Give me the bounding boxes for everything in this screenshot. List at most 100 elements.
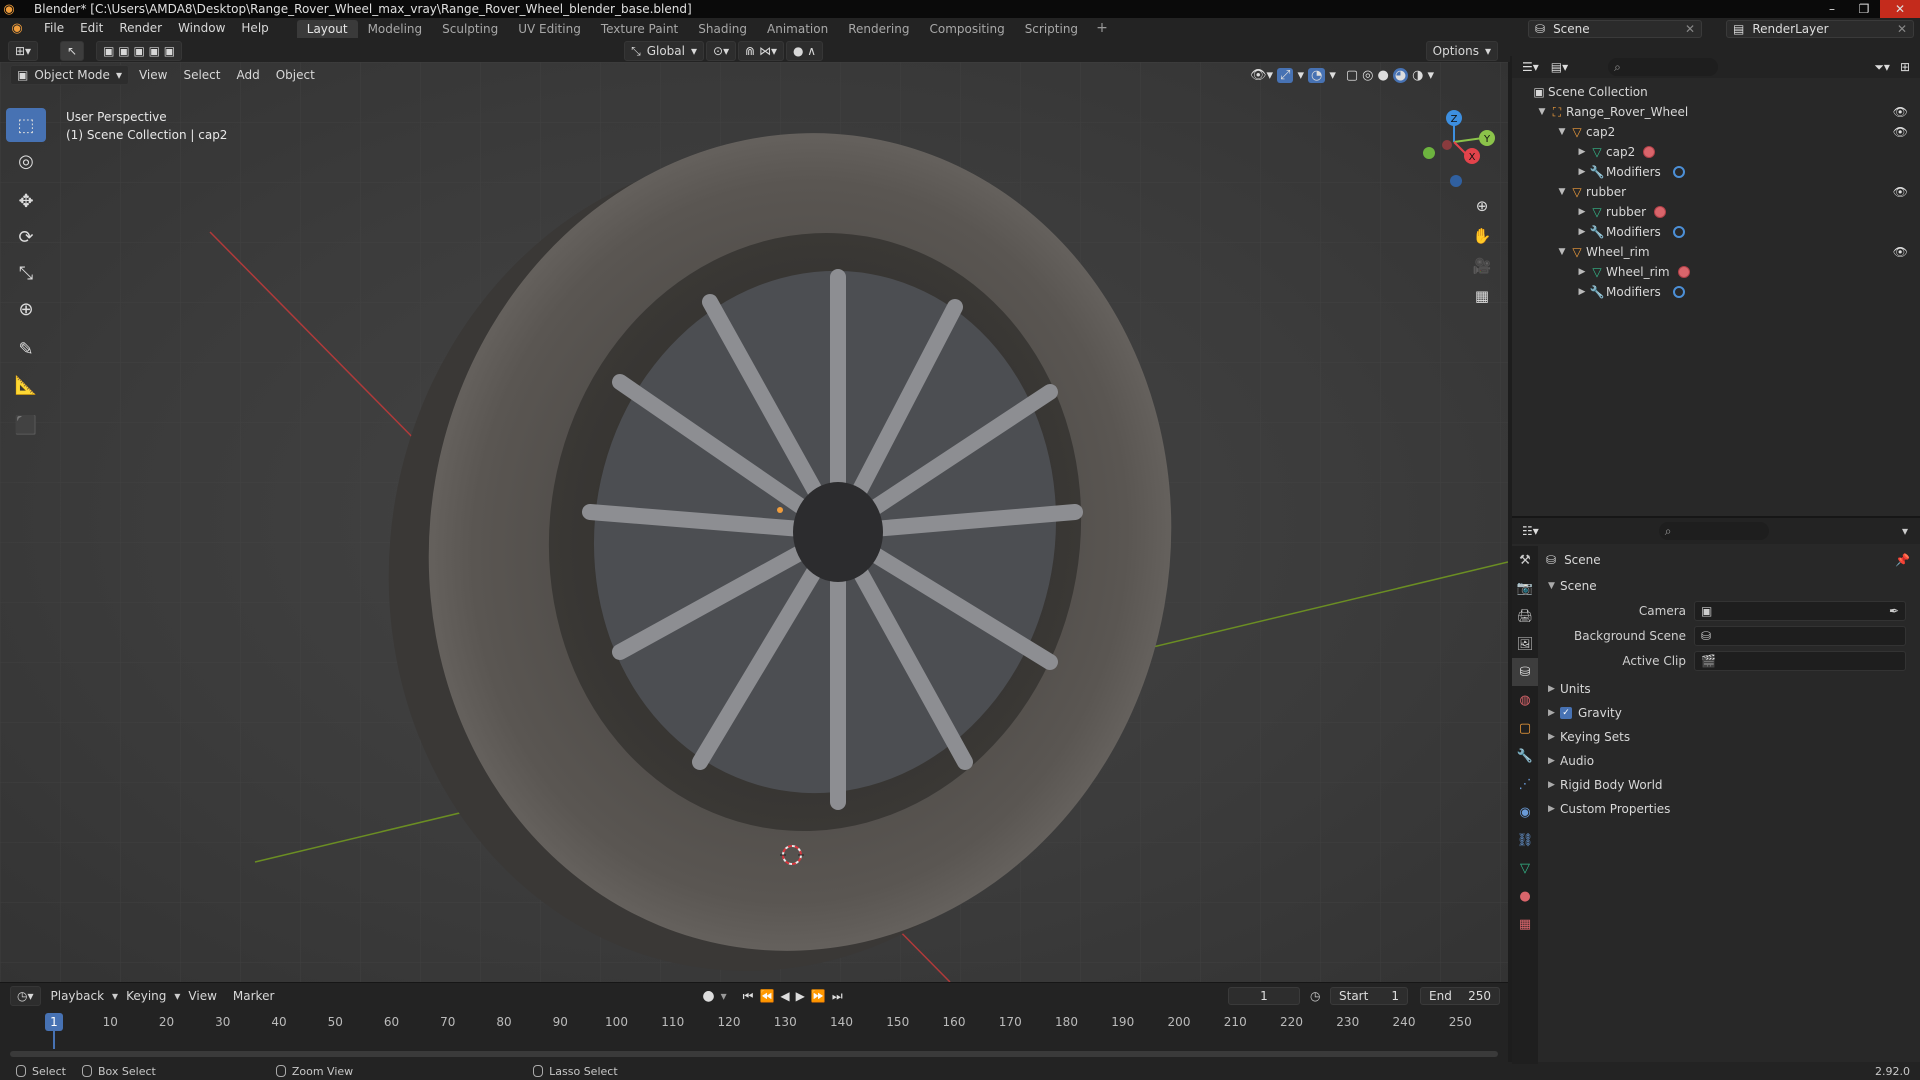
- tab-compositing[interactable]: Compositing: [919, 20, 1014, 38]
- new-collection-icon[interactable]: ⊞: [1900, 60, 1910, 74]
- modifier-icon[interactable]: [1672, 226, 1685, 238]
- select-tool-button[interactable]: ↖: [60, 41, 85, 61]
- rigid-body-world-panel-header[interactable]: ▶ Rigid Body World: [1542, 773, 1916, 797]
- editor-type-button[interactable]: ⊞▾: [8, 41, 39, 61]
- keying-sets-panel-header[interactable]: ▶ Keying Sets: [1542, 725, 1916, 749]
- overlay-toggle-icon[interactable]: ◔: [1307, 67, 1326, 83]
- eye-icon[interactable]: 👁: [1893, 125, 1908, 139]
- pivot-point-dropdown[interactable]: ⊙▾: [706, 41, 737, 61]
- timeline-editor-type[interactable]: ◷▾: [10, 986, 41, 1006]
- material-icon[interactable]: [1643, 146, 1656, 158]
- add-cube-tool[interactable]: ⬛: [6, 408, 46, 442]
- gizmo-toggle-icon[interactable]: ⤢: [1277, 67, 1294, 83]
- tab-scripting[interactable]: Scripting: [1015, 20, 1088, 38]
- constraints-tab-icon[interactable]: ⛓: [1512, 826, 1538, 854]
- modifier-icon[interactable]: [1672, 286, 1685, 298]
- pin-icon[interactable]: 📌: [1895, 553, 1910, 567]
- close-button[interactable]: ✕: [1880, 0, 1920, 18]
- menu-file[interactable]: File: [36, 18, 72, 38]
- material-shading-icon[interactable]: ◕: [1392, 67, 1409, 83]
- scene-panel-header[interactable]: ▼ Scene: [1542, 574, 1916, 598]
- wheel-cap[interactable]: [793, 482, 883, 582]
- renderlayer-selector[interactable]: ▤ RenderLayer ✕: [1726, 20, 1914, 38]
- minimize-button[interactable]: –: [1816, 0, 1848, 18]
- filter-icon[interactable]: ⏷▾: [1874, 60, 1890, 75]
- expand-arrow-icon[interactable]: ▶: [1576, 207, 1588, 217]
- camera-view-icon[interactable]: 🎥: [1468, 252, 1496, 280]
- texture-tab-icon[interactable]: ▦: [1512, 910, 1538, 938]
- start-frame-field[interactable]: Start 1: [1330, 987, 1408, 1005]
- render-tab-icon[interactable]: 📷: [1512, 574, 1538, 602]
- gravity-panel-header[interactable]: ▶ ✓ Gravity: [1542, 701, 1916, 725]
- eye-icon[interactable]: 👁: [1893, 105, 1908, 119]
- chevron-down-icon[interactable]: ▾: [1902, 524, 1908, 538]
- end-frame-field[interactable]: End 250: [1420, 987, 1500, 1005]
- viewport-menu-view[interactable]: View: [131, 68, 175, 82]
- eye-icon[interactable]: 👁: [1893, 185, 1908, 199]
- custom-properties-panel-header[interactable]: ▶ Custom Properties: [1542, 797, 1916, 821]
- material-icon[interactable]: [1677, 266, 1690, 278]
- object-tab-icon[interactable]: ▢: [1512, 714, 1538, 742]
- active-clip-field[interactable]: 🎬: [1694, 650, 1906, 671]
- timeline-scrollbar[interactable]: [10, 1051, 1498, 1057]
- expand-arrow-icon[interactable]: ▼: [1536, 107, 1548, 117]
- scene-tab-icon[interactable]: ⛁: [1512, 658, 1538, 686]
- move-tool[interactable]: ✥: [6, 184, 46, 218]
- outliner-mesh-wheel-rim[interactable]: ▶ ▽ Wheel_rim: [1512, 262, 1920, 282]
- units-panel-header[interactable]: ▶ Units: [1542, 677, 1916, 701]
- outliner-mesh-cap2[interactable]: ▶ ▽ cap2: [1512, 142, 1920, 162]
- selection-mode-buttons[interactable]: ▣ ▣ ▣ ▣ ▣: [96, 41, 183, 61]
- eyedropper-icon[interactable]: ✒: [1889, 604, 1899, 618]
- particles-tab-icon[interactable]: ⋰: [1512, 770, 1538, 798]
- chevron-down-icon[interactable]: ▾: [1297, 68, 1304, 83]
- next-keyframe-icon[interactable]: ⏩: [811, 989, 826, 1003]
- prev-keyframe-icon[interactable]: ⏪: [759, 989, 774, 1003]
- current-frame-field[interactable]: 1: [1228, 987, 1300, 1005]
- display-mode-icon[interactable]: ▤▾: [1551, 60, 1568, 74]
- properties-search-input[interactable]: ⌕: [1658, 522, 1769, 540]
- outliner-object-wheel-rim[interactable]: ▼ ▽ Wheel_rim 👁: [1512, 242, 1920, 262]
- close-icon[interactable]: ✕: [1897, 22, 1907, 36]
- wireframe-shading-icon[interactable]: ◎: [1362, 68, 1373, 83]
- camera-field[interactable]: ▣ ✒: [1694, 600, 1906, 621]
- expand-arrow-icon[interactable]: ▶: [1576, 147, 1588, 157]
- ortho-grid-icon[interactable]: ▦: [1468, 282, 1496, 310]
- measure-tool[interactable]: 📐: [6, 368, 46, 402]
- timer-icon[interactable]: ◷: [1310, 989, 1320, 1003]
- menu-edit[interactable]: Edit: [72, 18, 111, 38]
- menu-help[interactable]: Help: [233, 18, 276, 38]
- scene-selector[interactable]: ⛁ Scene ✕: [1528, 20, 1702, 38]
- menu-window[interactable]: Window: [170, 18, 233, 38]
- chevron-down-icon[interactable]: ▾: [1329, 68, 1336, 83]
- add-workspace-button[interactable]: +: [1088, 20, 1116, 36]
- expand-arrow-icon[interactable]: ▶: [1576, 167, 1588, 177]
- chevron-down-icon[interactable]: ▾: [721, 989, 727, 1003]
- cursor-tool[interactable]: ◎: [6, 144, 46, 178]
- current-frame-marker[interactable]: 1: [45, 1013, 63, 1031]
- snap-dropdown[interactable]: ⋒ ⋈▾: [738, 41, 784, 61]
- viewport-menu-object[interactable]: Object: [268, 68, 323, 82]
- outliner-collection[interactable]: ▼ ⛶ Range_Rover_Wheel 👁: [1512, 102, 1920, 122]
- maximize-button[interactable]: ❐: [1848, 0, 1880, 18]
- play-icon[interactable]: ▶: [796, 989, 805, 1003]
- expand-arrow-icon[interactable]: ▶: [1576, 227, 1588, 237]
- expand-arrow-icon[interactable]: ▼: [1556, 127, 1568, 137]
- tool-tab-icon[interactable]: ⚒: [1512, 546, 1538, 574]
- menu-render[interactable]: Render: [111, 18, 170, 38]
- properties-editor-type[interactable]: ☷▾: [1522, 524, 1539, 538]
- outliner-search-input[interactable]: ⌕: [1608, 58, 1719, 76]
- keying-menu[interactable]: Keying: [118, 989, 174, 1003]
- mode-dropdown[interactable]: ▣ Object Mode ▾: [10, 65, 129, 85]
- viewport-menu-add[interactable]: Add: [228, 68, 267, 82]
- solid-shading-icon[interactable]: ●: [1377, 68, 1388, 83]
- gizmo-neg-y[interactable]: [1423, 147, 1435, 159]
- modifier-tab-icon[interactable]: 🔧: [1512, 742, 1538, 770]
- tab-layout[interactable]: Layout: [296, 20, 358, 38]
- options-dropdown[interactable]: Options ▾: [1425, 41, 1498, 61]
- chevron-down-icon[interactable]: ▾: [1428, 68, 1435, 83]
- marker-menu[interactable]: Marker: [225, 989, 282, 1003]
- outliner-modifiers-cap2[interactable]: ▶ 🔧 Modifiers: [1512, 162, 1920, 182]
- expand-arrow-icon[interactable]: ▼: [1556, 187, 1568, 197]
- eye-icon[interactable]: 👁: [1893, 245, 1908, 259]
- expand-arrow-icon[interactable]: ▼: [1556, 247, 1568, 257]
